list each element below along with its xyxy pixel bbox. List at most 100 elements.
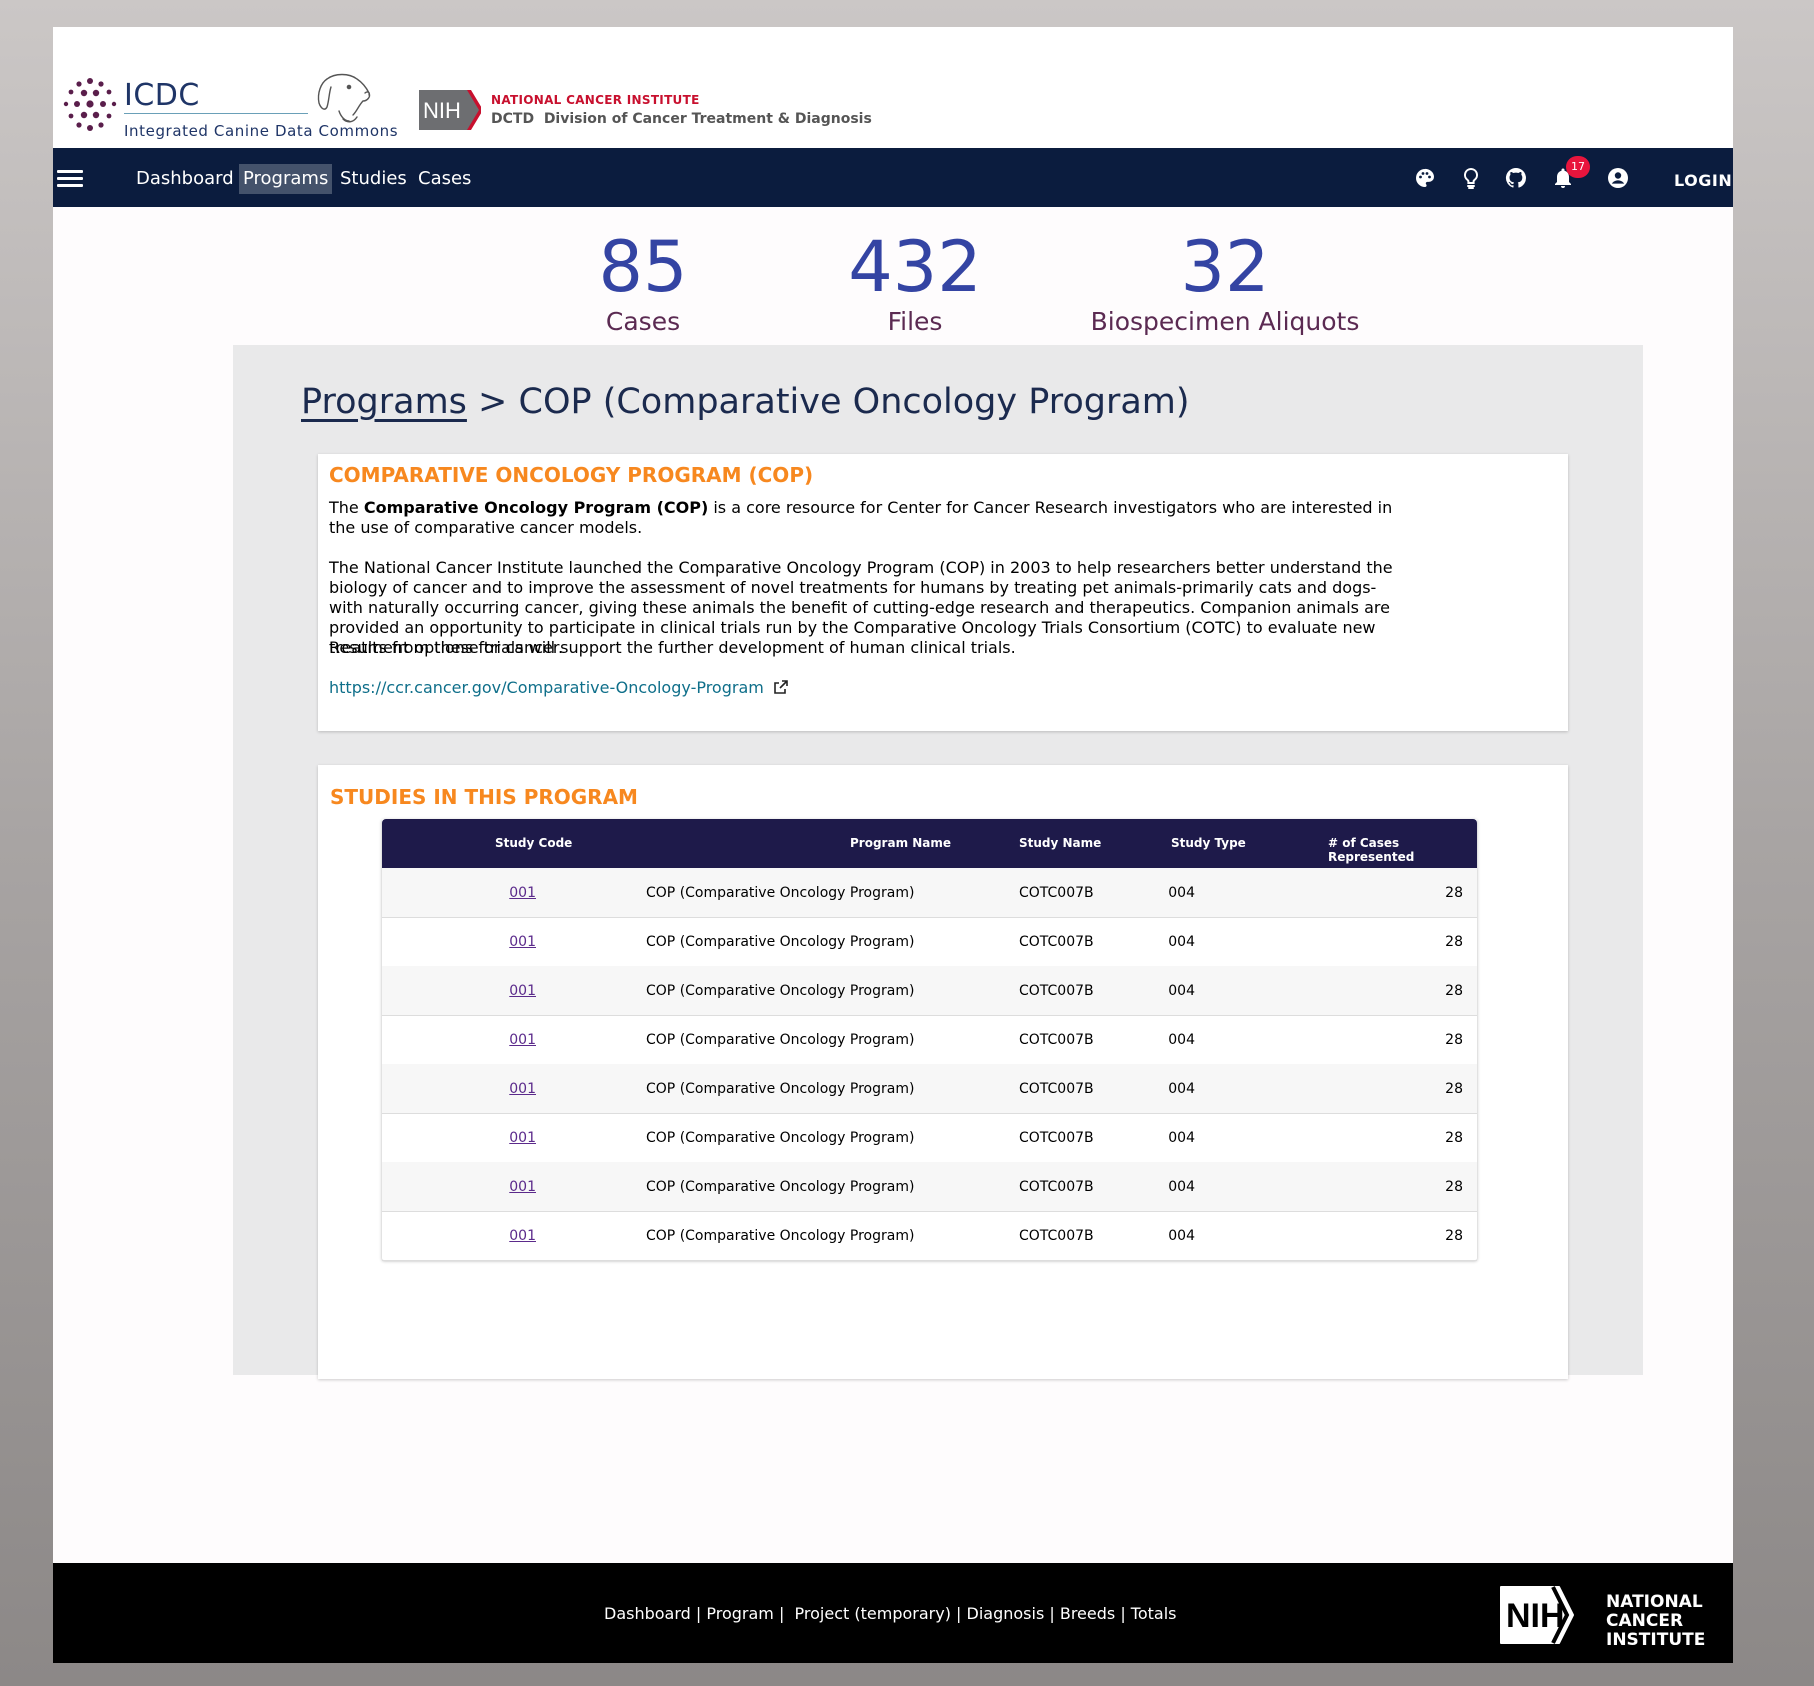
cell-study-code[interactable]: 001 bbox=[509, 934, 536, 950]
col-study-name[interactable]: Study Name bbox=[1019, 836, 1101, 850]
cell-study-name: COTC007B bbox=[1019, 885, 1094, 901]
cell-study-name: COTC007B bbox=[1019, 983, 1094, 999]
lightbulb-icon[interactable] bbox=[1459, 166, 1483, 190]
breadcrumb-programs-link[interactable]: Programs bbox=[301, 382, 467, 422]
table-row: 001 COP (Comparative Oncology Program) COT… bbox=[382, 1113, 1477, 1163]
table-row: 001 COP (Comparative Oncology Program) COT… bbox=[382, 917, 1477, 967]
table-row: 001 COP (Comparative Oncology Program) COT… bbox=[382, 1015, 1477, 1065]
breadcrumb: Programs > COP (Comparative Oncology Pro… bbox=[301, 382, 1190, 422]
col-study-code[interactable]: Study Code bbox=[495, 836, 572, 850]
nci-name: NATIONAL CANCER INSTITUTE bbox=[491, 93, 700, 107]
stat-aliquots-label: Biospecimen Aliquots bbox=[1090, 307, 1360, 336]
cell-study-type: 004 bbox=[1168, 1179, 1195, 1195]
cell-cases: 28 bbox=[1445, 1179, 1463, 1195]
program-description-1: The Comparative Oncology Program (COP) i… bbox=[329, 498, 1409, 538]
footer-link-breeds[interactable]: Breeds bbox=[1060, 1604, 1115, 1623]
program-link-text[interactable]: https://ccr.cancer.gov/Comparative-Oncol… bbox=[329, 678, 764, 697]
stat-files-value: 432 bbox=[848, 226, 982, 308]
nav-studies[interactable]: Studies bbox=[339, 164, 408, 194]
nav-cases[interactable]: Cases bbox=[417, 164, 472, 194]
table-header: Study Code Program Name Study Name Study… bbox=[382, 819, 1477, 868]
github-icon[interactable] bbox=[1504, 166, 1528, 190]
program-external-link[interactable]: https://ccr.cancer.gov/Comparative-Oncol… bbox=[329, 678, 789, 697]
dog-sketch-icon bbox=[317, 73, 371, 123]
table-row: 001 COP (Comparative Oncology Program) COT… bbox=[382, 1064, 1477, 1114]
site-header: ICDC Integrated Canine Data Commons NIH … bbox=[53, 27, 1733, 148]
footer-link-totals[interactable]: Totals bbox=[1131, 1604, 1177, 1623]
cell-study-type: 004 bbox=[1168, 885, 1195, 901]
studies-table: Study Code Program Name Study Name Study… bbox=[382, 819, 1477, 1261]
cell-study-code[interactable]: 001 bbox=[509, 1081, 536, 1097]
cell-program-name: COP (Comparative Oncology Program) bbox=[646, 1228, 915, 1244]
nih-logo-icon[interactable]: NIH bbox=[419, 90, 481, 130]
col-study-type[interactable]: Study Type bbox=[1171, 836, 1246, 850]
footer-link-dashboard[interactable]: Dashboard bbox=[604, 1604, 691, 1623]
cell-study-name: COTC007B bbox=[1019, 1130, 1094, 1146]
svg-text:NIH: NIH bbox=[423, 98, 461, 123]
table-row: 001 COP (Comparative Oncology Program) COT… bbox=[382, 1211, 1477, 1261]
cell-program-name: COP (Comparative Oncology Program) bbox=[646, 983, 915, 999]
main-navbar: Dashboard Programs Studies Cases bbox=[53, 148, 1733, 207]
browser-page: ICDC Integrated Canine Data Commons NIH … bbox=[53, 27, 1733, 1663]
cell-study-type: 004 bbox=[1168, 1130, 1195, 1146]
footer-nci-line-3: INSTITUTE bbox=[1606, 1630, 1706, 1650]
cell-study-code[interactable]: 001 bbox=[509, 885, 536, 901]
stat-cases-value: 85 bbox=[598, 226, 688, 308]
cell-study-name: COTC007B bbox=[1019, 934, 1094, 950]
cell-cases: 28 bbox=[1445, 1130, 1463, 1146]
hamburger-menu-icon[interactable] bbox=[57, 170, 83, 188]
cell-study-code[interactable]: 001 bbox=[509, 1228, 536, 1244]
cell-cases: 28 bbox=[1445, 983, 1463, 999]
dctd-label: DCTD Division of Cancer Treatment & Diag… bbox=[491, 111, 872, 127]
cell-study-name: COTC007B bbox=[1019, 1081, 1094, 1097]
col-program-name[interactable]: Program Name bbox=[850, 836, 951, 850]
cell-study-type: 004 bbox=[1168, 983, 1195, 999]
program-desc-prefix: The bbox=[329, 498, 364, 517]
cell-program-name: COP (Comparative Oncology Program) bbox=[646, 1081, 915, 1097]
footer-links: Dashboard | Program | Project (temporary… bbox=[604, 1604, 1177, 1623]
footer-link-program[interactable]: Program bbox=[706, 1604, 774, 1623]
footer-link-project[interactable]: Project (temporary) bbox=[795, 1604, 951, 1623]
cell-program-name: COP (Comparative Oncology Program) bbox=[646, 1179, 915, 1195]
cell-study-code[interactable]: 001 bbox=[509, 1032, 536, 1048]
cell-study-type: 004 bbox=[1168, 1032, 1195, 1048]
breadcrumb-separator: > bbox=[466, 382, 519, 422]
table-row: 001 COP (Comparative Oncology Program) COT… bbox=[382, 868, 1477, 918]
cell-cases: 28 bbox=[1445, 885, 1463, 901]
footer-nci-line-2: CANCER bbox=[1606, 1611, 1684, 1631]
account-icon[interactable] bbox=[1606, 166, 1630, 190]
cell-program-name: COP (Comparative Oncology Program) bbox=[646, 1032, 915, 1048]
program-info-card: COMPARATIVE ONCOLOGY PROGRAM (COP) The C… bbox=[318, 454, 1568, 731]
program-desc-bold: Comparative Oncology Program (COP) bbox=[363, 498, 709, 517]
footer-link-diagnosis[interactable]: Diagnosis bbox=[967, 1604, 1045, 1623]
logo-divider bbox=[124, 113, 308, 114]
notification-badge[interactable]: 17 bbox=[1566, 156, 1590, 178]
external-link-icon[interactable] bbox=[773, 679, 789, 695]
cell-study-code[interactable]: 001 bbox=[509, 1179, 536, 1195]
program-card-title: COMPARATIVE ONCOLOGY PROGRAM (COP) bbox=[329, 463, 814, 487]
cell-program-name: COP (Comparative Oncology Program) bbox=[646, 885, 915, 901]
footer-nih-logo-icon[interactable]: NIH bbox=[1499, 1585, 1575, 1645]
col-cases-represented[interactable]: # of Cases Represented bbox=[1328, 836, 1477, 864]
cell-study-name: COTC007B bbox=[1019, 1179, 1094, 1195]
login-button[interactable]: LOGIN bbox=[1674, 171, 1732, 190]
stat-aliquots-value: 32 bbox=[1180, 226, 1270, 308]
svg-text:NIH: NIH bbox=[1506, 1597, 1565, 1635]
cell-program-name: COP (Comparative Oncology Program) bbox=[646, 1130, 915, 1146]
cell-cases: 28 bbox=[1445, 1081, 1463, 1097]
cell-cases: 28 bbox=[1445, 1032, 1463, 1048]
nav-dashboard[interactable]: Dashboard bbox=[135, 164, 235, 194]
palette-icon[interactable] bbox=[1413, 166, 1437, 190]
cell-study-code[interactable]: 001 bbox=[509, 1130, 536, 1146]
table-row: 001 COP (Comparative Oncology Program) COT… bbox=[382, 966, 1477, 1016]
stat-files-label: Files bbox=[887, 307, 943, 336]
table-row: 001 COP (Comparative Oncology Program) COT… bbox=[382, 1162, 1477, 1212]
logo-title[interactable]: ICDC bbox=[124, 78, 200, 113]
breadcrumb-current: COP (Comparative Oncology Program) bbox=[518, 382, 1190, 422]
nav-programs[interactable]: Programs bbox=[239, 164, 333, 194]
cell-study-name: COTC007B bbox=[1019, 1032, 1094, 1048]
footer-nci-name: NATIONAL CANCER INSTITUTE bbox=[1606, 1593, 1705, 1650]
cell-study-name: COTC007B bbox=[1019, 1228, 1094, 1244]
cell-study-code[interactable]: 001 bbox=[509, 983, 536, 999]
icdc-logo-icon[interactable] bbox=[61, 75, 119, 135]
